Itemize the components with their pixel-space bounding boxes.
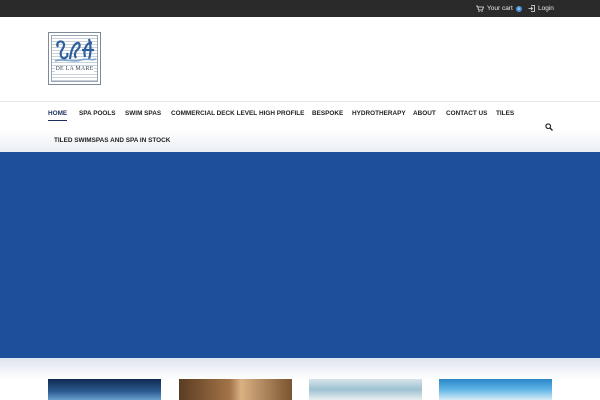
site-header: DE LA MARE <box>0 17 600 101</box>
cart-icon <box>476 5 484 12</box>
search-icon[interactable] <box>545 123 553 131</box>
cart-count-badge: 0 <box>515 5 522 12</box>
gallery-thumbnail[interactable] <box>309 379 422 400</box>
login-icon <box>528 5 535 12</box>
top-bar: Your cart 0 Login <box>0 0 600 17</box>
nav-item-home[interactable]: HOME <box>48 110 68 121</box>
gallery-thumbnail[interactable] <box>48 379 161 400</box>
nav-item-high-profile[interactable]: HIGH PROFILE <box>259 110 304 117</box>
logo-text: DE LA MARE <box>55 66 94 72</box>
cart-label: Your cart <box>487 5 513 12</box>
main-navigation: HOME SPA POOLS SWIM SPAS COMMERCIAL DECK LE… <box>0 101 600 153</box>
gallery-thumbnail[interactable] <box>439 379 552 400</box>
cart-link[interactable]: Your cart 0 <box>476 5 522 12</box>
site-logo[interactable]: DE LA MARE <box>48 32 101 85</box>
nav-item-spa-pools[interactable]: SPA POOLS <box>79 110 116 117</box>
login-link[interactable]: Login <box>528 5 554 12</box>
gallery-thumbnail[interactable] <box>179 379 292 400</box>
nav-item-tiles[interactable]: TILES <box>496 110 514 117</box>
nav-item-tiled-swimspas-and-spa-in-stock[interactable]: TILED SWIMSPAS AND SPA IN STOCK <box>54 137 170 144</box>
hero-shadow <box>0 358 600 380</box>
nav-item-swim-spas[interactable]: SWIM SPAS <box>125 110 161 117</box>
hero-banner <box>0 152 600 358</box>
nav-item-contact-us[interactable]: CONTACT US <box>446 110 487 117</box>
nav-item-about[interactable]: ABOUT <box>413 110 436 117</box>
nav-item-bespoke[interactable]: BESPOKE <box>312 110 343 117</box>
nav-item-hydrotherapy[interactable]: HYDROTHERAPY <box>352 110 406 117</box>
login-label: Login <box>538 5 554 12</box>
nav-item-commercial-deck-level[interactable]: COMMERCIAL DECK LEVEL <box>171 110 257 117</box>
